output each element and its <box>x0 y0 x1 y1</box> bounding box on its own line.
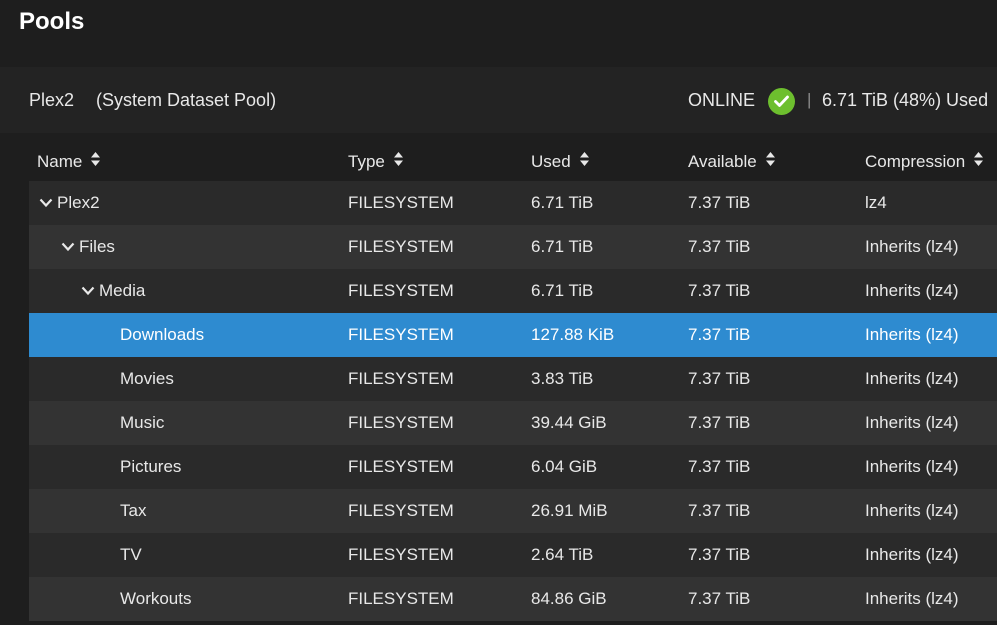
dataset-name: Tax <box>120 501 147 520</box>
dataset-name: Downloads <box>120 325 205 344</box>
used-cell: 84.86 GiB <box>531 589 607 608</box>
chevron-down-icon[interactable] <box>39 181 53 225</box>
table-header: Name Type Used Available Compression <box>29 140 997 181</box>
sort-icon <box>973 151 984 172</box>
column-header-available[interactable]: Available <box>688 151 776 172</box>
table-row[interactable]: Plex2 FILESYSTEM 6.71 TiB 7.37 TiB lz4 <box>29 181 997 225</box>
available-cell: 7.37 TiB <box>688 413 751 432</box>
pool-usage: 6.71 TiB (48%) Used <box>822 90 989 110</box>
dataset-table: Name Type Used Available Compression Ple… <box>29 140 997 621</box>
column-label: Type <box>348 151 385 171</box>
type-cell: FILESYSTEM <box>348 237 454 256</box>
type-cell: FILESYSTEM <box>348 545 454 564</box>
compression-cell: Inherits (lz4) <box>865 281 959 300</box>
type-cell: FILESYSTEM <box>348 369 454 388</box>
sort-icon <box>90 151 101 172</box>
available-cell: 7.37 TiB <box>688 457 751 476</box>
compression-cell: Inherits (lz4) <box>865 413 959 432</box>
dataset-name: Workouts <box>120 589 192 608</box>
pool-separator: | <box>807 90 812 109</box>
name-cell: Files <box>61 225 115 269</box>
type-cell: FILESYSTEM <box>348 193 454 212</box>
available-cell: 7.37 TiB <box>688 237 751 256</box>
available-cell: 7.37 TiB <box>688 589 751 608</box>
compression-cell: lz4 <box>865 193 887 212</box>
used-cell: 6.71 TiB <box>531 193 594 212</box>
pools-page: Pools Plex2 (System Dataset Pool) ONLINE… <box>0 0 997 625</box>
available-cell: 7.37 TiB <box>688 325 751 344</box>
page-title: Pools <box>19 8 85 35</box>
column-header-used[interactable]: Used <box>531 151 590 172</box>
dataset-name: Media <box>99 281 146 300</box>
type-cell: FILESYSTEM <box>348 457 454 476</box>
table-row[interactable]: Pictures FILESYSTEM 6.04 GiB 7.37 TiB In… <box>29 445 997 489</box>
available-cell: 7.37 TiB <box>688 369 751 388</box>
type-cell: FILESYSTEM <box>348 589 454 608</box>
sort-icon <box>393 151 404 172</box>
column-label: Available <box>688 151 757 171</box>
type-cell: FILESYSTEM <box>348 413 454 432</box>
used-cell: 26.91 MiB <box>531 501 608 520</box>
dataset-name: Music <box>120 413 165 432</box>
used-cell: 6.71 TiB <box>531 237 594 256</box>
column-header-type[interactable]: Type <box>348 151 404 172</box>
compression-cell: Inherits (lz4) <box>865 589 959 608</box>
used-cell: 2.64 TiB <box>531 545 594 564</box>
dataset-name: TV <box>120 545 142 564</box>
column-header-compression[interactable]: Compression <box>865 151 984 172</box>
pool-name: Plex2 <box>29 90 75 110</box>
compression-cell: Inherits (lz4) <box>865 325 959 344</box>
sort-icon <box>765 151 776 172</box>
used-cell: 127.88 KiB <box>531 325 615 344</box>
dataset-name: Plex2 <box>57 193 100 212</box>
chevron-down-icon[interactable] <box>61 225 75 269</box>
column-label: Used <box>531 151 571 171</box>
table-row-selected[interactable]: Downloads FILESYSTEM 127.88 KiB 7.37 TiB… <box>29 313 997 357</box>
check-circle-icon <box>768 88 795 115</box>
column-label: Compression <box>865 151 966 171</box>
compression-cell: Inherits (lz4) <box>865 501 959 520</box>
used-cell: 39.44 GiB <box>531 413 607 432</box>
used-cell: 6.71 TiB <box>531 281 594 300</box>
dataset-name: Movies <box>120 369 174 388</box>
column-label: Name <box>37 151 83 171</box>
table-row[interactable]: Tax FILESYSTEM 26.91 MiB 7.37 TiB Inheri… <box>29 489 997 533</box>
pool-header: Plex2 (System Dataset Pool) ONLINE | 6.7… <box>0 67 997 133</box>
table-row[interactable]: Files FILESYSTEM 6.71 TiB 7.37 TiB Inher… <box>29 225 997 269</box>
available-cell: 7.37 TiB <box>688 193 751 212</box>
available-cell: 7.37 TiB <box>688 281 751 300</box>
column-header-name[interactable]: Name <box>37 151 101 172</box>
compression-cell: Inherits (lz4) <box>865 457 959 476</box>
dataset-name: Files <box>79 237 115 256</box>
table-row[interactable]: Movies FILESYSTEM 3.83 TiB 7.37 TiB Inhe… <box>29 357 997 401</box>
dataset-name: Pictures <box>120 457 182 476</box>
name-cell: Media <box>81 269 145 313</box>
compression-cell: Inherits (lz4) <box>865 369 959 388</box>
type-cell: FILESYSTEM <box>348 281 454 300</box>
compression-cell: Inherits (lz4) <box>865 237 959 256</box>
chevron-down-icon[interactable] <box>81 269 95 313</box>
available-cell: 7.37 TiB <box>688 501 751 520</box>
type-cell: FILESYSTEM <box>348 501 454 520</box>
available-cell: 7.37 TiB <box>688 545 751 564</box>
table-row[interactable]: TV FILESYSTEM 2.64 TiB 7.37 TiB Inherits… <box>29 533 997 577</box>
name-cell: Plex2 <box>39 181 100 225</box>
used-cell: 3.83 TiB <box>531 369 594 388</box>
type-cell: FILESYSTEM <box>348 325 454 344</box>
pool-status: ONLINE <box>688 90 756 110</box>
compression-cell: Inherits (lz4) <box>865 545 959 564</box>
table-row[interactable]: Media FILESYSTEM 6.71 TiB 7.37 TiB Inher… <box>29 269 997 313</box>
used-cell: 6.04 GiB <box>531 457 598 476</box>
pool-description: (System Dataset Pool) <box>96 90 277 110</box>
table-row[interactable]: Music FILESYSTEM 39.44 GiB 7.37 TiB Inhe… <box>29 401 997 445</box>
sort-icon <box>579 151 590 172</box>
table-row[interactable]: Workouts FILESYSTEM 84.86 GiB 7.37 TiB I… <box>29 577 997 621</box>
